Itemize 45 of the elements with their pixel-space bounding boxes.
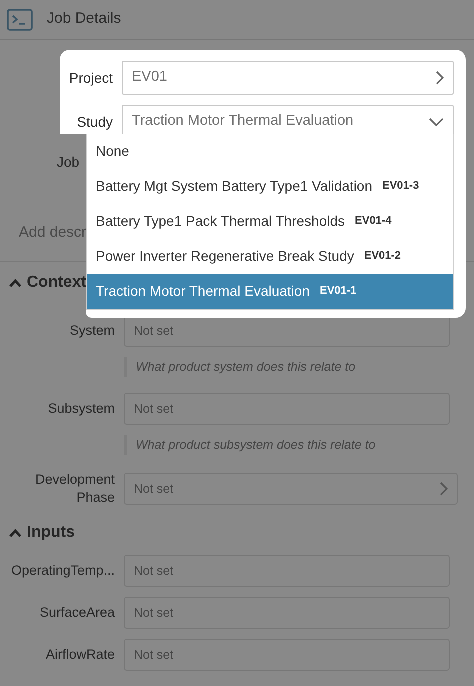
field-label: SurfaceArea bbox=[38, 604, 116, 622]
dropdown-option[interactable]: Traction Motor Thermal Evaluation EV01-1 bbox=[87, 274, 453, 309]
chevron-right-icon bbox=[440, 482, 448, 496]
field-label: Development Phase bbox=[34, 471, 116, 508]
dropdown-option[interactable]: Power Inverter Regenerative Break Study EV01-2 bbox=[87, 239, 453, 274]
placeholder-text: Not set bbox=[134, 400, 174, 418]
field-label: OperatingTemp... bbox=[10, 562, 116, 580]
option-name: None bbox=[96, 142, 130, 161]
hint-text: What product subsystem does this relate to bbox=[124, 435, 474, 455]
placeholder-text: Not set bbox=[134, 605, 174, 622]
hint-text: What product system does this relate to bbox=[124, 357, 474, 377]
input-field[interactable]: Not set bbox=[124, 639, 450, 672]
terminal-icon bbox=[7, 8, 33, 30]
option-code: EV01-4 bbox=[355, 214, 392, 230]
input-field[interactable]: Not set bbox=[124, 473, 458, 506]
project-field[interactable]: EV01 bbox=[122, 61, 454, 95]
input-field[interactable]: Not set bbox=[124, 393, 450, 425]
placeholder-text: Not set bbox=[134, 647, 174, 664]
option-code: EV01-1 bbox=[320, 284, 357, 300]
option-name: Traction Motor Thermal Evaluation bbox=[96, 282, 310, 301]
input-field[interactable]: Not set bbox=[124, 597, 450, 630]
field-label: AirflowRate bbox=[44, 646, 116, 664]
dropdown-option[interactable]: Battery Type1 Pack Thermal Thresholds EV01-4 bbox=[87, 204, 453, 239]
field-label: Project bbox=[68, 68, 114, 88]
page-title: Job Details bbox=[47, 9, 122, 30]
option-name: Battery Mgt System Battery Type1 Validation bbox=[96, 177, 372, 196]
field-value: Traction Motor Thermal Evaluation bbox=[132, 112, 354, 132]
chevron-right-icon bbox=[436, 71, 444, 85]
dropdown-option[interactable]: Battery Mgt System Battery Type1 Validation EV01-3 bbox=[87, 169, 453, 204]
option-code: EV01-2 bbox=[364, 249, 402, 264]
option-code: EV01-3 bbox=[382, 179, 420, 194]
field-value: EV01 bbox=[132, 68, 168, 88]
field-label: Subsystem bbox=[47, 400, 116, 418]
field-label: System bbox=[68, 322, 116, 340]
section-title: Context bbox=[27, 273, 87, 293]
placeholder-text: Not set bbox=[134, 322, 174, 340]
placeholder-text: Not set bbox=[134, 563, 174, 580]
input-field[interactable]: Not set bbox=[124, 555, 450, 588]
field-label: Job bbox=[57, 153, 80, 172]
description-field[interactable]: Add descr bbox=[19, 222, 87, 244]
option-name: Power Inverter Regenerative Break Study bbox=[96, 247, 354, 266]
placeholder-text: Not set bbox=[134, 480, 174, 498]
option-name: Battery Type1 Pack Thermal Thresholds bbox=[96, 212, 346, 231]
field-label: Study bbox=[76, 112, 114, 132]
section-title: Inputs bbox=[27, 523, 75, 544]
